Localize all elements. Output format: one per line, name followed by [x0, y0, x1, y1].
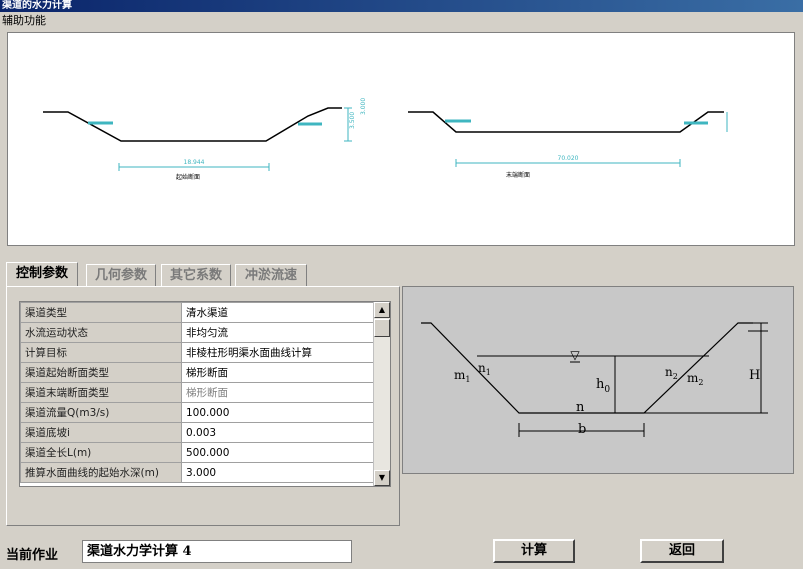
scroll-thumb[interactable]: [374, 319, 390, 337]
property-key: 推算水面曲线的起始水深(m): [20, 462, 182, 483]
trapezoid-schematic: ▽ h0 n b H m1 n1 n2 m2: [402, 286, 794, 474]
left-section-caption: 起始断面: [176, 173, 200, 181]
property-key: 渠道流量Q(m3/s): [20, 402, 182, 423]
window-title: 渠道的水力计算: [2, 0, 72, 11]
property-row[interactable]: 渠道底坡i 0.003: [20, 422, 376, 443]
scroll-down-button[interactable]: ▼: [374, 470, 390, 486]
b-label: b: [578, 422, 586, 437]
property-value[interactable]: 500.000: [181, 442, 376, 463]
window-titlebar: 渠道的水力计算: [0, 0, 803, 12]
property-key: 渠道类型: [20, 302, 182, 323]
left-width-label: 18.944: [184, 159, 205, 166]
property-key: 计算目标: [20, 342, 182, 363]
property-row[interactable]: 推算水面曲线的起始水深(m) 3.000: [20, 462, 376, 483]
property-key: 水流运动状态: [20, 322, 182, 343]
property-table: 渠道类型 清水渠道 水流运动状态 非均匀流 计算目标 非棱柱形明渠水面曲线计算 渠道起始断面…: [20, 302, 376, 483]
property-value[interactable]: 清水渠道: [181, 302, 376, 323]
n1-label: n1: [478, 361, 491, 377]
property-row[interactable]: 水流运动状态 非均匀流: [20, 322, 376, 343]
section-preview-canvas: 3.500 3.000 18.944 起始断面 70.020 末端断面: [7, 32, 795, 246]
property-value[interactable]: 100.000: [181, 402, 376, 423]
n2-label: n2: [665, 365, 678, 381]
section-preview-drawing: 3.500 3.000 18.944 起始断面 70.020 末端断面: [43, 98, 728, 181]
property-row[interactable]: 渠道流量Q(m3/s) 100.000: [20, 402, 376, 423]
property-value[interactable]: 梯形断面: [181, 382, 376, 403]
calculate-button[interactable]: 计算: [493, 539, 575, 563]
m1-label: m1: [454, 368, 470, 384]
property-key: 渠道全长L(m): [20, 442, 182, 463]
trapezoid-schematic-drawing: ▽ h0 n b H m1 n1 n2 m2: [421, 322, 768, 437]
m2-label: m2: [687, 371, 703, 387]
current-job-label: 当前作业: [6, 548, 59, 563]
roughness-bottom-label: n: [576, 400, 585, 415]
right-width-label: 70.020: [558, 155, 579, 162]
left-height-label: 3.500: [349, 112, 356, 129]
property-row[interactable]: 渠道起始断面类型 梯形断面: [20, 362, 376, 383]
property-row[interactable]: 渠道末端断面类型 梯形断面: [20, 382, 376, 403]
tab-geometry-params[interactable]: 几何参数: [86, 264, 156, 286]
tab-control-params[interactable]: 控制参数: [6, 262, 78, 286]
H-label: H: [749, 368, 760, 383]
tab-scour-velocity[interactable]: 冲淤流速: [235, 264, 307, 286]
back-button[interactable]: 返回: [640, 539, 724, 563]
current-job-field[interactable]: 渠道水力学计算 4: [82, 540, 352, 563]
water-surface-symbol: ▽: [570, 348, 580, 362]
property-grid: 渠道类型 清水渠道 水流运动状态 非均匀流 计算目标 非棱柱形明渠水面曲线计算 渠道起始断面…: [19, 301, 391, 487]
property-key: 渠道末端断面类型: [20, 382, 182, 403]
property-value[interactable]: 0.003: [181, 422, 376, 443]
right-section-caption: 末端断面: [506, 171, 530, 179]
tab-other-coefficients[interactable]: 其它系数: [161, 264, 231, 286]
property-grid-scrollbar[interactable]: ▲ ▼: [373, 302, 390, 486]
menu-item-help-functions[interactable]: 辅助功能: [2, 14, 46, 27]
property-row[interactable]: 计算目标 非棱柱形明渠水面曲线计算: [20, 342, 376, 363]
property-value[interactable]: 非棱柱形明渠水面曲线计算: [181, 342, 376, 363]
control-params-panel: 渠道类型 清水渠道 水流运动状态 非均匀流 计算目标 非棱柱形明渠水面曲线计算 渠道起始断面…: [6, 286, 400, 526]
left-depth-label: 3.000: [360, 98, 367, 115]
h0-label: h0: [596, 377, 610, 395]
property-value[interactable]: 3.000: [181, 462, 376, 483]
scroll-up-button[interactable]: ▲: [374, 302, 390, 318]
left-section-outline: [43, 107, 342, 142]
property-key: 渠道底坡i: [20, 422, 182, 443]
menubar: 辅助功能: [0, 13, 46, 29]
trapezoid-outline: [421, 322, 753, 414]
property-row[interactable]: 渠道全长L(m) 500.000: [20, 442, 376, 463]
property-key: 渠道起始断面类型: [20, 362, 182, 383]
property-row[interactable]: 渠道类型 清水渠道: [20, 302, 376, 323]
property-value[interactable]: 梯形断面: [181, 362, 376, 383]
property-value[interactable]: 非均匀流: [181, 322, 376, 343]
